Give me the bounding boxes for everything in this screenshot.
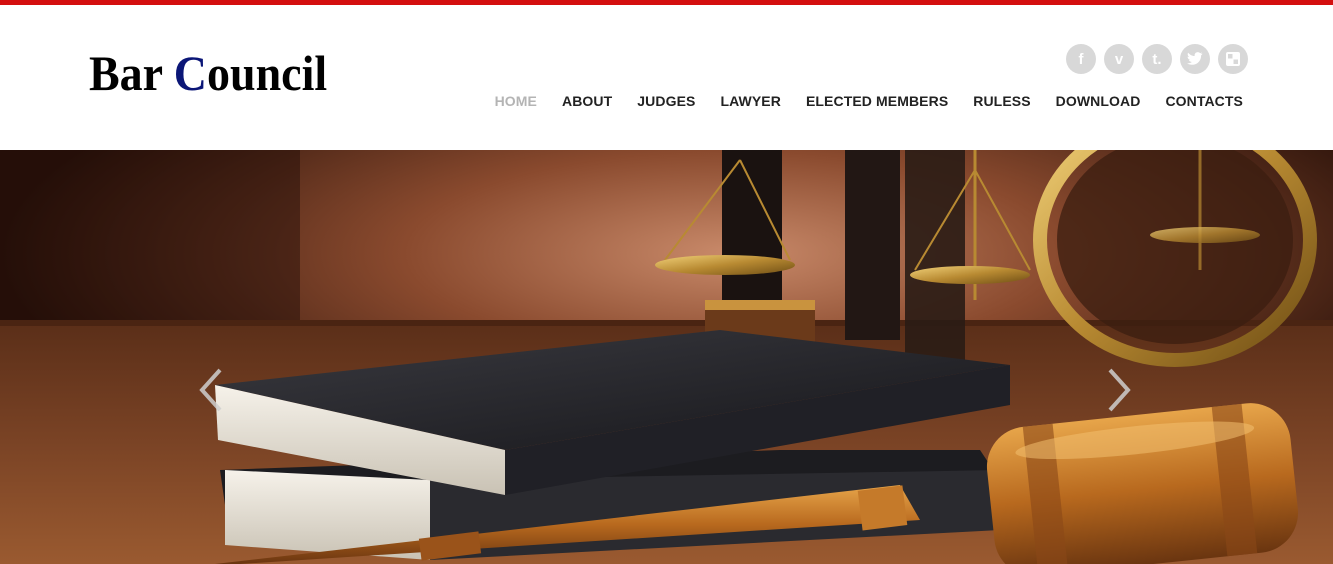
- logo-text-first: Bar: [89, 45, 174, 101]
- facebook-icon[interactable]: f: [1066, 44, 1096, 74]
- nav-about[interactable]: ABOUT: [562, 93, 612, 109]
- slider-next-button[interactable]: [1098, 365, 1138, 415]
- logo-text-rest: ouncil: [206, 45, 328, 101]
- nav-download[interactable]: DOWNLOAD: [1056, 93, 1141, 109]
- site-header: Bar Council f v t. HOME ABOUT JUDGES LAW…: [0, 5, 1333, 150]
- nav-judges[interactable]: JUDGES: [637, 93, 695, 109]
- site-logo[interactable]: Bar Council: [89, 43, 327, 103]
- slider-prev-button[interactable]: [192, 365, 232, 415]
- hero-slider: [0, 150, 1333, 564]
- nav-ruless[interactable]: RULESS: [973, 93, 1030, 109]
- nav-lawyer[interactable]: LAWYER: [720, 93, 781, 109]
- chevron-right-icon: [1108, 368, 1131, 412]
- nav-elected-members[interactable]: ELECTED MEMBERS: [806, 93, 948, 109]
- social-links: f v t.: [1066, 44, 1248, 74]
- tumblr-icon[interactable]: t.: [1142, 44, 1172, 74]
- chevron-left-icon: [199, 368, 222, 412]
- main-nav: HOME ABOUT JUDGES LAWYER ELECTED MEMBERS…: [495, 93, 1243, 109]
- nav-home[interactable]: HOME: [495, 93, 537, 109]
- logo-text-accent: C: [173, 45, 207, 101]
- nav-contacts[interactable]: CONTACTS: [1165, 93, 1243, 109]
- vimeo-icon[interactable]: v: [1104, 44, 1134, 74]
- hero-image: [0, 150, 1333, 564]
- flickr-icon[interactable]: [1218, 44, 1248, 74]
- twitter-icon[interactable]: [1180, 44, 1210, 74]
